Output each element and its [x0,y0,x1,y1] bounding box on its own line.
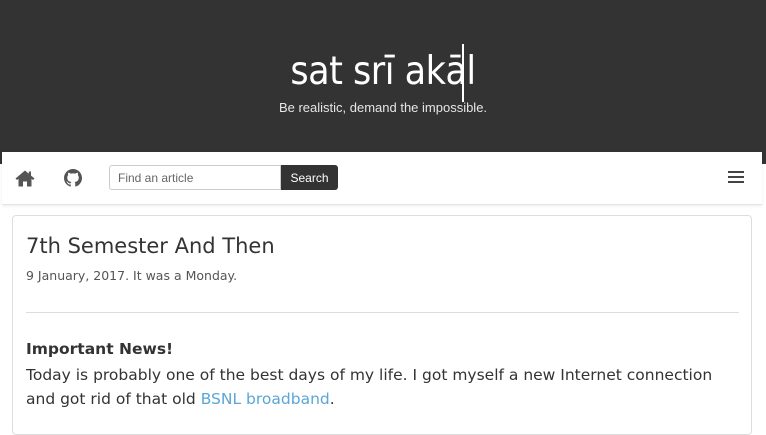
site-header: sat srī akāl Be realistic, demand the im… [0,0,766,152]
post-date: 9 January, 2017. It was a Monday. [26,268,238,283]
header-edge-right [762,152,766,164]
text-cursor [462,44,464,102]
post-card: 7th Semester And Then 9 January, 2017. I… [12,215,752,435]
search-button[interactable]: Search [281,165,338,190]
post-body-text: Today is probably one of the best days o… [26,366,713,408]
post-body: Today is probably one of the best days o… [26,363,741,411]
post-divider [26,312,739,313]
bsnl-broadband-link[interactable]: BSNL broadband [201,390,330,408]
post-body-end: . [329,390,335,408]
post-title: 7th Semester And Then [26,234,275,258]
home-icon[interactable] [14,168,36,188]
site-title[interactable]: sat srī akāl [0,48,766,96]
hamburger-menu-icon[interactable] [728,170,744,184]
site-tagline: Be realistic, demand the impossible. [278,100,488,115]
post-heading: Important News! [26,340,174,358]
search-input[interactable] [109,165,281,190]
navbar: Search [2,152,762,205]
github-icon[interactable] [62,168,84,188]
